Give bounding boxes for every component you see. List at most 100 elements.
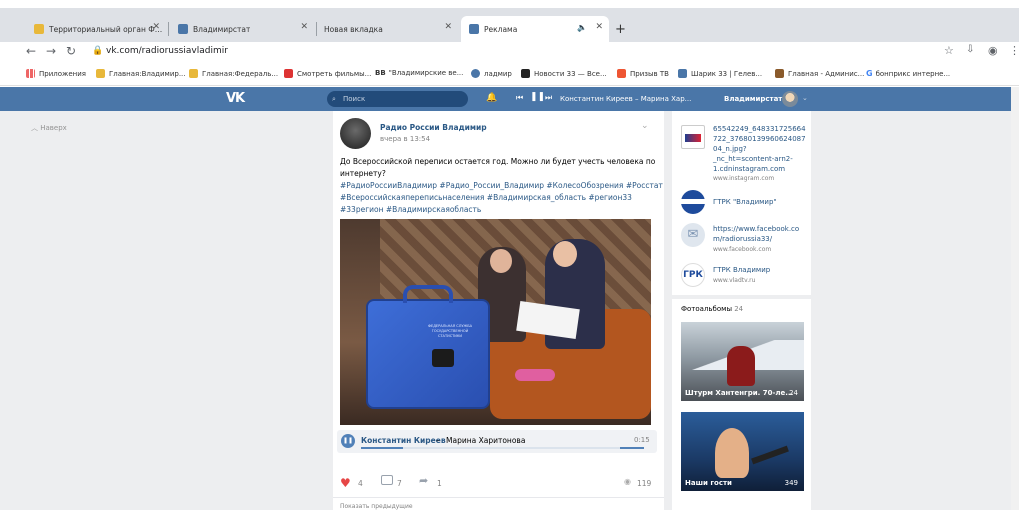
post-tags[interactable]: #Всероссийскаяпереписьнаселения #Владими… [340, 192, 632, 204]
bookmark-item[interactable]: Главная:Владимир... [96, 69, 186, 78]
briefcase-lock [432, 349, 454, 367]
forward-icon[interactable]: → [46, 44, 56, 58]
bookmark-item[interactable]: Призыв ТВ [617, 69, 669, 78]
link-title[interactable]: m/radiorussia33/ [713, 234, 772, 244]
close-tab-icon[interactable]: ✕ [444, 22, 452, 32]
link-title[interactable]: _nc_ht=scontent-arn2- [713, 154, 793, 164]
share-count: 1 [437, 479, 442, 488]
post-time[interactable]: вчера в 13:54 [380, 135, 430, 143]
news-icon [521, 69, 530, 78]
bookmark-item[interactable]: ладмир [471, 69, 512, 78]
link-title[interactable]: https://www.facebook.co [713, 224, 799, 234]
views-icon: ◉ [624, 477, 631, 486]
avatar[interactable] [782, 91, 798, 107]
tab-territorial[interactable]: Территориальный орган Феде... ✕ [26, 16, 166, 42]
audio-time: 0:15 [634, 436, 650, 444]
volume-bar[interactable] [620, 447, 644, 449]
like-icon[interactable]: ♥ [340, 476, 351, 490]
tab-vladimirstat[interactable]: Владимирстат ✕ [170, 16, 314, 42]
search-input[interactable]: ⌕ Поиск [327, 91, 468, 107]
link-title[interactable]: 04_n.jpg? [713, 144, 747, 154]
gtrk-vladimir-logo[interactable]: ГРК [681, 263, 705, 287]
comment-count: 7 [397, 479, 402, 488]
star-icon[interactable]: ☆ [944, 44, 954, 57]
vk-icon [469, 24, 479, 34]
comment-icon[interactable] [381, 475, 393, 485]
reload-icon[interactable]: ↻ [66, 44, 76, 58]
google-icon: G [866, 69, 873, 78]
author-avatar[interactable] [340, 118, 371, 149]
audio-sep: – [436, 436, 440, 445]
chevron-down-icon[interactable]: ⌄ [802, 94, 808, 102]
bookmark-item[interactable]: Шарик 33 | Гелев... [678, 69, 762, 78]
speaker-icon[interactable]: 🔈 [577, 23, 587, 32]
gtrk-logo[interactable] [681, 190, 705, 214]
climber [727, 346, 755, 386]
tab-new[interactable]: Новая вкладка ✕ [318, 16, 458, 42]
link-domain: www.vladtv.ru [713, 277, 756, 284]
site-icon [471, 69, 480, 78]
bookmark-item[interactable]: Новости 33 — Все... [521, 69, 607, 78]
link-title[interactable]: 65542249_648331725664 [713, 124, 806, 134]
chevron-up-icon: ︿ [31, 124, 41, 132]
close-tab-icon[interactable]: ✕ [595, 22, 603, 32]
new-tab-button[interactable]: + [615, 22, 626, 37]
bookmark-item[interactable]: BB "Владимирские ве... [375, 69, 463, 77]
link-title[interactable]: 1.cdninstagram.com [713, 164, 785, 174]
albums-header[interactable]: Фотоальбомы 24 [681, 305, 743, 313]
vk-header [0, 87, 1019, 111]
download-icon[interactable]: ⇩ [966, 44, 974, 55]
pause-icon[interactable]: ❚❚ [341, 434, 355, 448]
pause-icon[interactable]: ❚❚ [530, 92, 545, 102]
bookmark-item[interactable]: Gбонприкс интерне... [866, 69, 950, 78]
guest-figure [715, 428, 749, 478]
vk-logo[interactable]: VK [226, 91, 245, 106]
prev-track-icon[interactable]: ⏮ [516, 93, 523, 103]
apps-icon [26, 69, 35, 78]
profile-name[interactable]: Владимирстат [724, 95, 782, 103]
view-count: 119 [637, 479, 652, 488]
bell-icon[interactable]: 🔔 [486, 93, 497, 103]
vk-icon [178, 24, 188, 34]
emblem-icon [96, 69, 105, 78]
share-icon[interactable]: ➦ [419, 474, 428, 487]
radio-russia-logo[interactable] [681, 125, 705, 149]
close-tab-icon[interactable]: ✕ [152, 22, 160, 32]
audio-progress[interactable] [361, 447, 643, 449]
player-track[interactable]: Константин Киреев – Марина Хар... [560, 95, 691, 103]
next-track-icon[interactable]: ⏭ [545, 93, 552, 103]
link-title[interactable]: 722_37680139960624087 [713, 134, 806, 144]
post-menu-icon[interactable]: ⌄ [641, 121, 649, 131]
like-count: 4 [358, 479, 363, 488]
address-field[interactable]: vk.com/radiorussiavladimir [106, 46, 228, 56]
emblem-icon [34, 24, 44, 34]
menu-icon[interactable]: ⋮ [1009, 44, 1019, 57]
bookmark-item[interactable]: Смотреть фильмы... [284, 69, 371, 78]
mail-icon[interactable]: ✉ [681, 223, 705, 247]
link-domain: www.facebook.com [713, 246, 772, 253]
audio-title[interactable]: Марина Харитонова [446, 436, 525, 445]
album-item[interactable]: Наши гости 349 [681, 412, 804, 491]
post-author[interactable]: Радио России Владимир [380, 123, 487, 132]
back-icon[interactable]: ← [26, 44, 36, 58]
album-item[interactable]: Штурм Хантенгри. 70-ле... 24 [681, 322, 804, 401]
post-tags[interactable]: #РадиоРоссииВладимир #Радио_России_Влади… [340, 180, 663, 192]
bookmark-item[interactable]: Главная - Админис... [775, 69, 864, 78]
audio-artist[interactable]: Константин Киреев [361, 436, 446, 445]
briefcase-text: ФЕДЕРАЛЬНАЯ СЛУЖБА ГОСУДАРСТВЕННОЙ СТАТИ… [427, 324, 473, 338]
link-title[interactable]: ГТРК "Владимир" [713, 197, 777, 207]
microphone [751, 445, 789, 465]
close-tab-icon[interactable]: ✕ [300, 22, 308, 32]
bookmark-apps[interactable]: Приложения [26, 69, 86, 78]
account-icon[interactable]: ◉ [988, 44, 998, 57]
show-previous-comments[interactable]: Показать предыдущие [340, 503, 413, 510]
scroll-up-link[interactable]: ︿ Наверх [31, 123, 67, 133]
bookmark-item[interactable]: Главная:Федераль... [189, 69, 278, 78]
admin-icon [775, 69, 784, 78]
post-tags[interactable]: #33регион #Владимирскаяобласть [340, 204, 481, 216]
tab-reklama[interactable]: Реклама 🔈 ✕ [461, 16, 609, 42]
scrollbar[interactable] [1011, 87, 1019, 510]
film-icon [284, 69, 293, 78]
post-photo[interactable]: ФЕДЕРАЛЬНАЯ СЛУЖБА ГОСУДАРСТВЕННОЙ СТАТИ… [340, 219, 651, 425]
link-title[interactable]: ГТРК Владимир [713, 265, 770, 275]
